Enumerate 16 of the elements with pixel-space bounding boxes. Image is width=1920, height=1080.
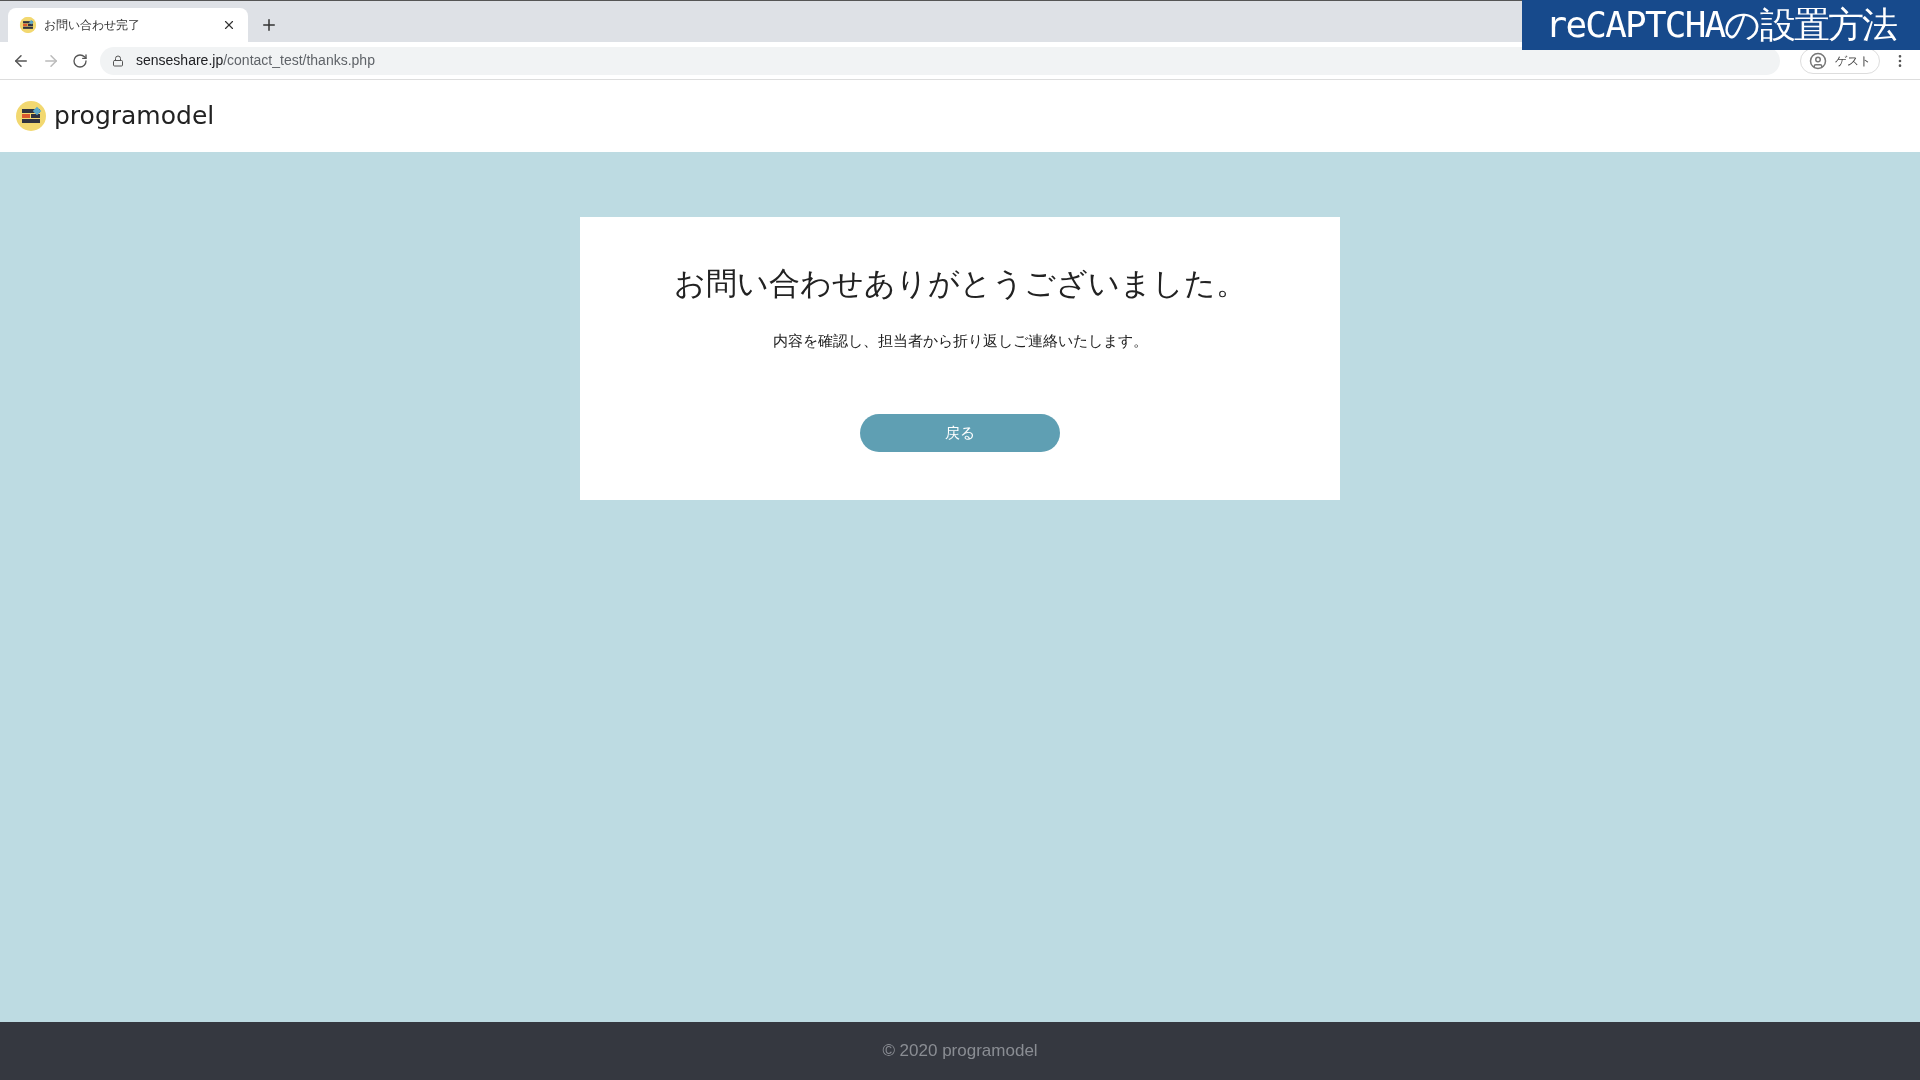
address-bar[interactable]: senseshare.jp/contact_test/thanks.php: [100, 46, 1780, 75]
close-icon[interactable]: [222, 18, 236, 32]
site-logo-text[interactable]: programodel: [54, 97, 215, 135]
copyright-text: © 2020 programodel: [882, 1040, 1038, 1063]
lock-icon: [112, 54, 124, 67]
browser-tab[interactable]: お問い合わせ完了: [8, 8, 248, 42]
avatar-icon: [1809, 51, 1827, 70]
url-text: senseshare.jp/contact_test/thanks.php: [136, 51, 375, 70]
thanks-message: 内容を確認し、担当者から折り返しご連絡いたします。: [772, 330, 1148, 351]
new-tab-icon[interactable]: [260, 16, 278, 34]
logo-icon: [19, 16, 37, 34]
logo-icon: [16, 101, 46, 131]
tab-title: お問い合わせ完了: [44, 17, 141, 34]
thanks-heading: お問い合わせありがとうございました。: [673, 265, 1247, 303]
title-banner: reCAPTCHAの設置方法: [1522, 0, 1920, 50]
reload-icon[interactable]: [72, 52, 88, 69]
